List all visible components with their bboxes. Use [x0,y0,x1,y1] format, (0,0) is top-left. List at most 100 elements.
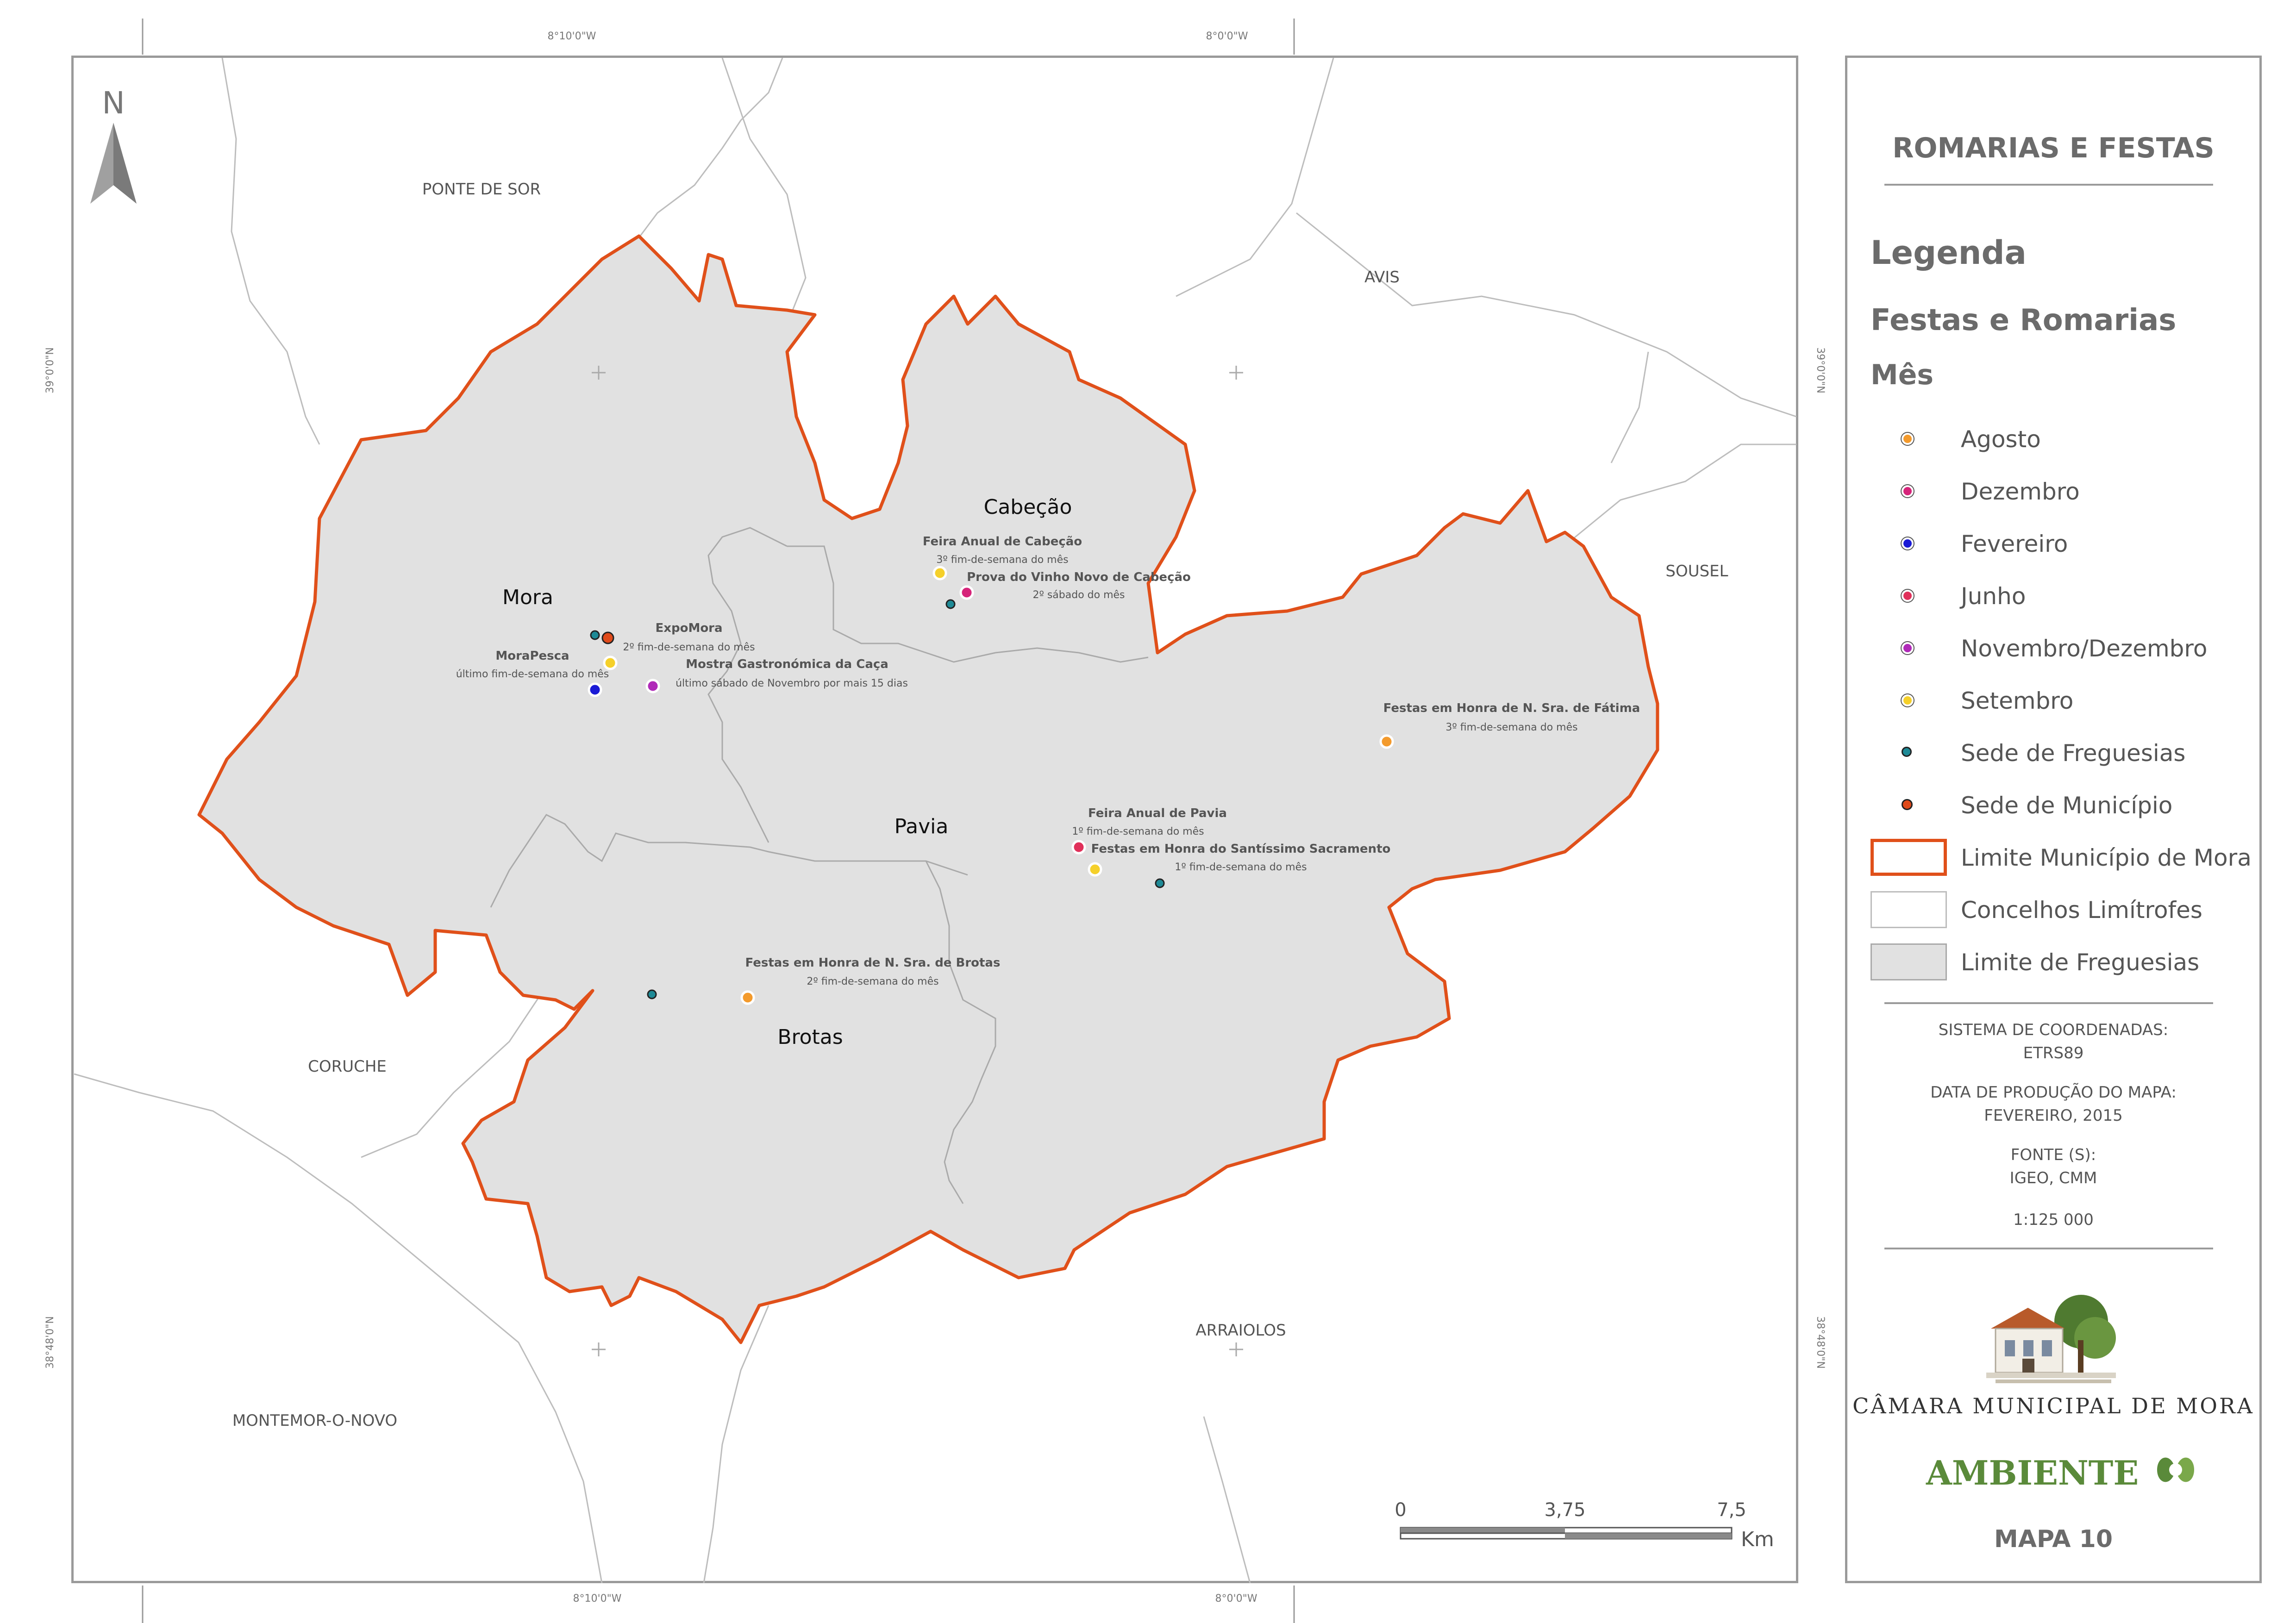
neighbour-label: SOUSEL [1665,562,1728,581]
parish-seat-marker[interactable] [945,599,956,609]
swatch-icon [1871,943,1947,980]
legend-item-label: Fevereiro [1961,531,2068,557]
neighbour-label: PONTE DE SOR [422,180,541,199]
legend-item-dezembro: Dezembro [1847,464,2259,511]
divider [1884,184,2213,186]
event-marker-dezembro[interactable] [959,585,974,600]
neighbour-label: ARRAIOLOS [1195,1321,1286,1340]
legend-item-label: Limite Município de Mora [1961,844,2252,871]
event-when: 2º sábado do mês [1032,589,1125,601]
teal-dot-icon [1902,747,1912,757]
parish-label-pavia: Pavia [895,815,949,838]
purple-dot-icon [1902,642,1914,654]
parish-seat-marker[interactable] [590,630,600,640]
scale-bar-zero: 0 [1395,1499,1406,1521]
event-when: 3º fim-de-semana do mês [1445,722,1577,733]
event-name: MoraPesca [495,649,569,663]
municipality-seat-marker[interactable] [601,631,614,644]
magenta-dot-icon [1902,485,1914,497]
event-when: 3º fim-de-semana do mês [936,554,1068,566]
event-marker-setembro[interactable] [932,566,947,581]
event-name: Festas em Honra de N. Sra. de Fátima [1383,701,1640,715]
lon-label-top-left: 8°10'0"W [548,31,596,42]
event-marker-setembro[interactable] [603,655,618,670]
event-marker-agosto[interactable] [1379,734,1394,749]
production-date-label: DATA DE PRODUÇÃO DO MAPA: [1930,1083,2177,1102]
legend-item-agosto: Agosto [1847,412,2259,458]
lon-label-bottom-right: 8°0'0"W [1215,1593,1257,1604]
event-when: 1º fim-de-semana do mês [1175,861,1307,873]
coord-system-value: ETRS89 [2023,1044,2084,1062]
coord-system-label: SISTEMA DE COORDENADAS: [1938,1021,2169,1039]
event-name: Mostra Gastronómica da Caça [686,657,888,671]
legend-item-label: Novembro/Dezembro [1961,635,2208,662]
neighbour-label: CORUCHE [308,1057,387,1076]
divider [1884,1002,2213,1004]
legend-item-fevereiro: Fevereiro [1847,517,2259,563]
event-name: Festas em Honra de N. Sra. de Brotas [745,956,1001,970]
scale-bar-mid: 3,75 [1544,1499,1585,1521]
lon-label-top-right: 8°0'0"W [1206,31,1248,42]
event-when: último sábado de Novembro por mais 15 di… [676,678,908,689]
legend-item-novembro-dezembro: Novembro/Dezembro [1847,621,2259,668]
yellow-dot-icon [1902,694,1914,706]
legend-item-label: Setembro [1961,687,2074,714]
event-name: Feira Anual de Cabeção [923,535,1082,549]
legend-item-setembro: Setembro [1847,674,2259,720]
legend-item-limite-municipio: Limite Município de Mora [1847,830,2259,877]
event-when: último fim-de-semana do mês [456,668,609,680]
event-marker-novembro-dezembro[interactable] [645,679,660,693]
legend-item-label: Limite de Freguesias [1961,949,2200,976]
event-when: 1º fim-de-semana do mês [1072,826,1204,837]
legend-subheading: Festas e Romarias [1871,303,2177,337]
red-orange-dot-icon [1902,799,1913,810]
legend-item-sede-freguesias: Sede de Freguesias [1847,726,2259,772]
event-name: Feira Anual de Pavia [1088,806,1227,820]
organization-name: CÂMARA MUNICIPAL DE MORA [1852,1393,2254,1418]
parish-seat-marker[interactable] [647,989,657,999]
legend-item-label: Sede de Freguesias [1961,740,2186,767]
event-marker-agosto[interactable] [740,990,755,1005]
event-marker-junho[interactable] [1071,840,1086,855]
north-label: N [102,85,125,121]
event-marker-setembro[interactable] [1088,862,1102,877]
parish-seat-marker[interactable] [1155,878,1165,888]
swatch-icon [1871,839,1947,876]
lat-label-left-bottom: 38°48'0"N [44,1316,56,1369]
source-label: FONTE (S): [2010,1146,2096,1164]
legend-item-label: Junho [1961,583,2026,610]
legend-item-label: Concelhos Limítrofes [1961,897,2202,924]
neighbour-label: AVIS [1364,268,1400,287]
parish-label-brotas: Brotas [777,1025,843,1049]
production-date-value: FEVEREIRO, 2015 [1984,1106,2123,1125]
legend-item-label: Sede de Município [1961,792,2173,819]
event-marker-fevereiro[interactable] [588,682,602,697]
scale-bar: 0 3,75 7,5 Km [1395,1499,1774,1551]
event-when: 2º fim-de-semana do mês [623,642,755,653]
legend-item-limite-freguesias: Limite de Freguesias [1847,935,2259,981]
event-name: ExpoMora [655,621,722,635]
lat-label-left-top: 39°0'0"N [44,347,56,393]
legend-item-sede-municipio: Sede de Município [1847,778,2259,824]
north-arrow-icon: N [90,85,137,204]
map-scale: 1:125 000 [2013,1211,2094,1229]
ambiente-logo: AMBIENTE [1926,1447,2201,1493]
legend-item-junho: Junho [1847,569,2259,615]
leaf-icon [2157,1457,2195,1482]
legend-item-concelhos: Concelhos Limítrofes [1847,883,2259,929]
event-when: 2º fim-de-semana do mês [807,976,938,987]
lon-label-bottom-left: 8°10'0"W [573,1593,622,1604]
legend-heading: Legenda [1871,234,2027,272]
source-value: IGEO, CMM [2009,1169,2097,1187]
legend-group-heading: Mês [1871,359,1934,391]
parish-label-mora: Mora [502,586,553,609]
lat-label-right-bottom: 38°48'0"N [1814,1316,1826,1369]
red-dot-icon [1902,590,1914,602]
blue-dot-icon [1902,537,1914,549]
orange-dot-icon [1902,433,1914,445]
legend-item-label: Agosto [1961,426,2041,453]
scale-bar-unit: Km [1741,1528,1774,1551]
divider [1884,1248,2213,1249]
map-title: ROMARIAS E FESTAS [1892,132,2215,164]
town-hall-logo-icon [1986,1295,2116,1383]
